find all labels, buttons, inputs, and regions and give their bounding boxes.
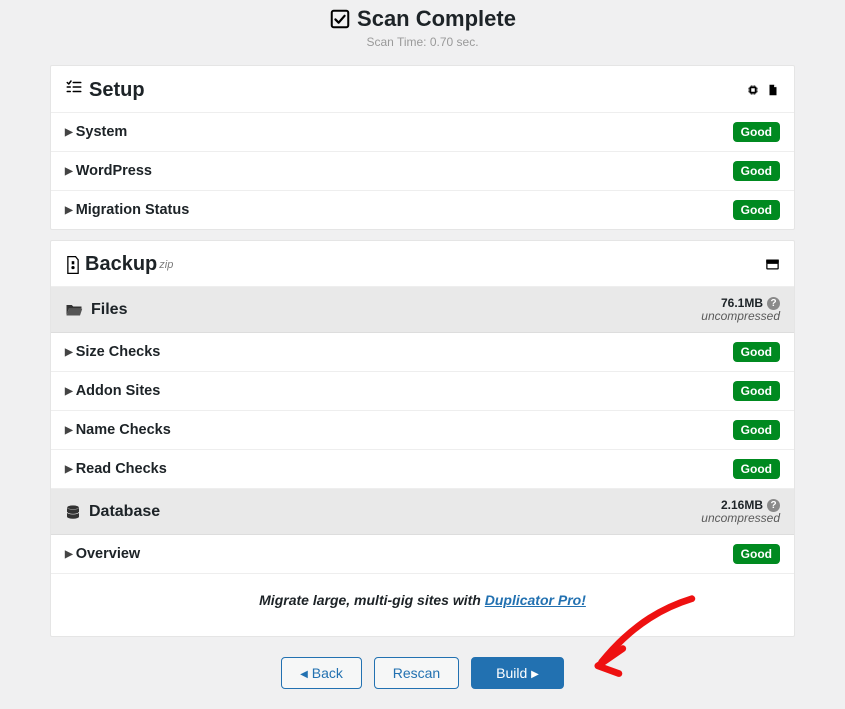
help-icon[interactable]: ? bbox=[767, 297, 780, 310]
files-meta: 76.1MB? uncompressed bbox=[701, 296, 780, 323]
archive-file-icon bbox=[65, 256, 81, 274]
files-subheader: Files 76.1MB? uncompressed bbox=[51, 287, 794, 333]
caret-right-icon: ▶ bbox=[65, 549, 73, 560]
status-badge: Good bbox=[733, 122, 780, 142]
backup-title: Backup bbox=[85, 253, 157, 276]
caret-right-icon: ▶ bbox=[65, 166, 73, 177]
caret-right-icon: ▶ bbox=[65, 127, 73, 138]
status-badge: Good bbox=[733, 342, 780, 362]
rescan-button[interactable]: Rescan bbox=[374, 657, 459, 689]
folder-open-icon bbox=[65, 302, 83, 317]
database-title: Database bbox=[89, 503, 160, 521]
setup-panel: Setup ▶ System Good ▶ WordPress Good ▶ M… bbox=[50, 65, 795, 230]
back-button[interactable]: ◀ Back bbox=[281, 657, 362, 689]
backup-panel: Backup zip Files 76.1MB? uncompressed ▶ … bbox=[50, 240, 795, 637]
scan-header: Scan Complete Scan Time: 0.70 sec. bbox=[6, 0, 839, 55]
backup-format: zip bbox=[159, 259, 173, 271]
status-badge: Good bbox=[733, 200, 780, 220]
build-button[interactable]: Build ▶ bbox=[471, 657, 564, 689]
status-badge: Good bbox=[733, 459, 780, 479]
row-system[interactable]: ▶ System Good bbox=[51, 113, 794, 152]
footer-actions: ◀ Back Rescan Build ▶ bbox=[6, 657, 839, 689]
row-size-checks[interactable]: ▶ Size Checks Good bbox=[51, 333, 794, 372]
row-overview[interactable]: ▶ Overview Good bbox=[51, 535, 794, 574]
row-read-checks[interactable]: ▶ Read Checks Good bbox=[51, 450, 794, 489]
caret-right-icon: ▶ bbox=[65, 205, 73, 216]
window-icon[interactable] bbox=[765, 258, 780, 271]
caret-right-icon: ▶ bbox=[65, 347, 73, 358]
help-icon[interactable]: ? bbox=[767, 499, 780, 512]
database-subheader: Database 2.16MB? uncompressed bbox=[51, 489, 794, 535]
scan-title: Scan Complete bbox=[329, 6, 516, 32]
status-badge: Good bbox=[733, 161, 780, 181]
file-icon[interactable] bbox=[766, 83, 780, 97]
scan-time: Scan Time: 0.70 sec. bbox=[6, 35, 839, 49]
status-badge: Good bbox=[733, 420, 780, 440]
setup-title: Setup bbox=[89, 79, 145, 102]
database-meta: 2.16MB? uncompressed bbox=[701, 498, 780, 525]
caret-right-icon: ▶ bbox=[65, 464, 73, 475]
row-name-checks[interactable]: ▶ Name Checks Good bbox=[51, 411, 794, 450]
row-addon-sites[interactable]: ▶ Addon Sites Good bbox=[51, 372, 794, 411]
checklist-icon bbox=[65, 78, 83, 96]
setup-header-icons bbox=[746, 83, 780, 97]
row-migration-status[interactable]: ▶ Migration Status Good bbox=[51, 191, 794, 229]
status-badge: Good bbox=[733, 544, 780, 564]
setup-header: Setup bbox=[51, 66, 794, 113]
duplicator-pro-link[interactable]: Duplicator Pro! bbox=[485, 592, 586, 608]
checkbox-icon bbox=[329, 8, 351, 30]
row-wordpress[interactable]: ▶ WordPress Good bbox=[51, 152, 794, 191]
caret-right-icon: ▶ bbox=[65, 386, 73, 397]
caret-right-icon: ▶ bbox=[65, 425, 73, 436]
promo-text: Migrate large, multi-gig sites with Dupl… bbox=[51, 574, 794, 636]
chip-icon[interactable] bbox=[746, 83, 760, 97]
files-title: Files bbox=[91, 301, 127, 319]
backup-header: Backup zip bbox=[51, 241, 794, 287]
scan-title-text: Scan Complete bbox=[357, 6, 516, 32]
database-icon bbox=[65, 504, 81, 520]
status-badge: Good bbox=[733, 381, 780, 401]
